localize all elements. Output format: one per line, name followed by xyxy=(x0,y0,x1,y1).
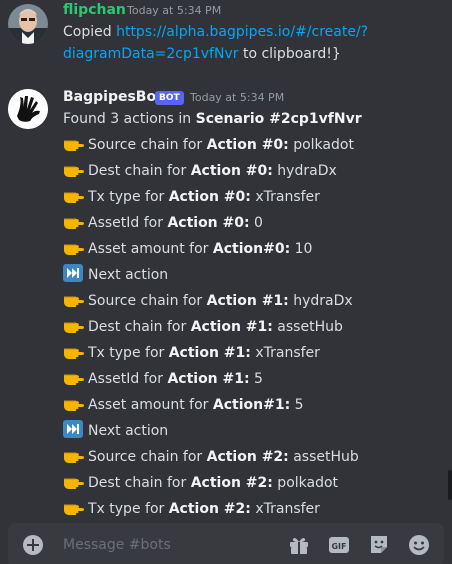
action-detail-line: Source chain for Action #1: hydraDx xyxy=(63,290,353,312)
message-composer: Message #bots GIF xyxy=(8,523,444,564)
avatar-bagpipesbot[interactable] xyxy=(8,89,48,129)
timestamp: Today at 5:34 PM xyxy=(190,91,285,104)
svg-text:GIF: GIF xyxy=(331,542,346,551)
action-ref: Action #2: xyxy=(206,449,289,465)
line-value: xTransfer xyxy=(250,501,320,517)
line-value: xTransfer xyxy=(250,345,320,361)
line-label: Tx type for xyxy=(88,189,169,205)
bot-badge: BOT xyxy=(155,91,184,105)
action-ref: Action #1: xyxy=(168,345,251,361)
line-label: Next action xyxy=(88,423,169,439)
message-list: flipchan Today at 5:34 PM Copied https:/… xyxy=(0,0,452,524)
pointing-hand-icon xyxy=(64,140,84,151)
line-label: Dest chain for xyxy=(88,163,191,179)
action-detail-line: AssetId for Action #0: 0 xyxy=(63,212,263,234)
line-label: Asset amount for xyxy=(88,397,213,413)
action-ref: Action#1: xyxy=(212,397,291,413)
pointing-hand-icon xyxy=(64,218,84,229)
action-ref: Action #0: xyxy=(167,215,250,231)
pointing-hand-icon xyxy=(64,322,84,333)
gif-icon[interactable]: GIF xyxy=(327,533,351,557)
action-detail-line: Tx type for Action #1: xTransfer xyxy=(63,342,320,364)
message-text: Copied https://alpha.bagpipes.io/#/creat… xyxy=(63,21,368,43)
pointing-hand-icon xyxy=(64,374,84,385)
line-label: AssetId for xyxy=(88,215,168,231)
message-text-continued: diagramData=2cp1vfNvr to clipboard!} xyxy=(63,43,341,65)
line-label: Dest chain for xyxy=(88,319,191,335)
plus-circle-icon[interactable] xyxy=(22,534,44,556)
action-ref: Action #1: xyxy=(190,319,273,335)
line-label: Source chain for xyxy=(88,137,207,153)
gift-icon[interactable] xyxy=(287,533,311,557)
pointing-hand-icon xyxy=(64,296,84,307)
diagram-link-continued[interactable]: diagramData=2cp1vfNvr xyxy=(63,46,239,62)
pointing-hand-icon xyxy=(64,166,84,177)
action-detail-line: Source chain for Action #0: polkadot xyxy=(63,134,354,156)
action-detail-line: AssetId for Action #1: 5 xyxy=(63,368,263,390)
line-value: polkadot xyxy=(272,475,339,491)
line-value: assetHub xyxy=(288,449,359,465)
next-action-line: Next action xyxy=(63,420,168,442)
pointing-hand-icon xyxy=(64,478,84,489)
copied-label: Copied xyxy=(63,24,117,40)
action-ref: Action #0: xyxy=(190,163,273,179)
next-track-icon xyxy=(63,264,83,282)
pointing-hand-icon xyxy=(64,452,84,463)
pointing-hand-icon xyxy=(64,244,84,255)
pointing-hand-icon xyxy=(64,400,84,411)
line-value: 10 xyxy=(290,241,313,257)
action-ref: Action #1: xyxy=(206,293,289,309)
line-label: Source chain for xyxy=(88,293,207,309)
action-detail-line: Dest chain for Action #2: polkadot xyxy=(63,472,338,494)
action-ref: Action #0: xyxy=(168,189,251,205)
avatar-flipchan[interactable] xyxy=(8,4,48,44)
action-ref: Action #2: xyxy=(168,501,251,517)
clipboard-label: to clipboard!} xyxy=(238,46,341,62)
action-ref: Action #2: xyxy=(190,475,273,491)
intro-line: Found 3 actions in Scenario #2cp1vfNvr xyxy=(63,108,362,130)
action-detail-line: Tx type for Action #2: xTransfer xyxy=(63,498,320,520)
line-label: Tx type for xyxy=(88,345,169,361)
action-detail-line: Tx type for Action #0: xTransfer xyxy=(63,186,320,208)
line-label: Tx type for xyxy=(88,501,169,517)
line-value: polkadot xyxy=(288,137,354,153)
line-label: Source chain for xyxy=(88,449,207,465)
line-value: 5 xyxy=(290,397,304,413)
line-label: Next action xyxy=(88,267,169,283)
pointing-hand-icon xyxy=(64,192,84,203)
emoji-icon[interactable] xyxy=(407,533,431,557)
action-detail-line: Dest chain for Action #0: hydraDx xyxy=(63,160,337,182)
line-value: assetHub xyxy=(272,319,343,335)
pointing-hand-icon xyxy=(64,504,84,515)
action-ref: Action #0: xyxy=(206,137,289,153)
author-name[interactable]: BagpipesBot xyxy=(63,87,163,107)
sticker-icon[interactable] xyxy=(367,533,391,557)
next-action-line: Next action xyxy=(63,264,168,286)
timestamp: Today at 5:34 PM xyxy=(127,4,222,17)
pointing-hand-icon xyxy=(64,348,84,359)
line-value: hydraDx xyxy=(272,163,337,179)
line-label: Asset amount for xyxy=(88,241,213,257)
scenario-id: Scenario #2cp1vfNvr xyxy=(195,111,362,127)
next-track-icon xyxy=(63,420,83,438)
line-value: hydraDx xyxy=(288,293,353,309)
action-detail-line: Asset amount for Action#1: 5 xyxy=(63,394,304,416)
scrollbar-thumb[interactable] xyxy=(448,470,452,500)
line-label: AssetId for xyxy=(88,371,168,387)
action-detail-line: Asset amount for Action#0: 10 xyxy=(63,238,312,260)
line-value: 5 xyxy=(249,371,263,387)
action-ref: Action#0: xyxy=(212,241,291,257)
action-detail-line: Source chain for Action #2: assetHub xyxy=(63,446,359,468)
intro-text: Found 3 actions in xyxy=(63,111,196,127)
action-ref: Action #1: xyxy=(167,371,250,387)
line-value: 0 xyxy=(249,215,263,231)
message-input[interactable]: Message #bots xyxy=(63,535,171,555)
diagram-link[interactable]: https://alpha.bagpipes.io/#/create/? xyxy=(116,24,368,40)
line-label: Dest chain for xyxy=(88,475,191,491)
author-name[interactable]: flipchan xyxy=(63,0,126,20)
line-value: xTransfer xyxy=(250,189,320,205)
action-detail-line: Dest chain for Action #1: assetHub xyxy=(63,316,343,338)
